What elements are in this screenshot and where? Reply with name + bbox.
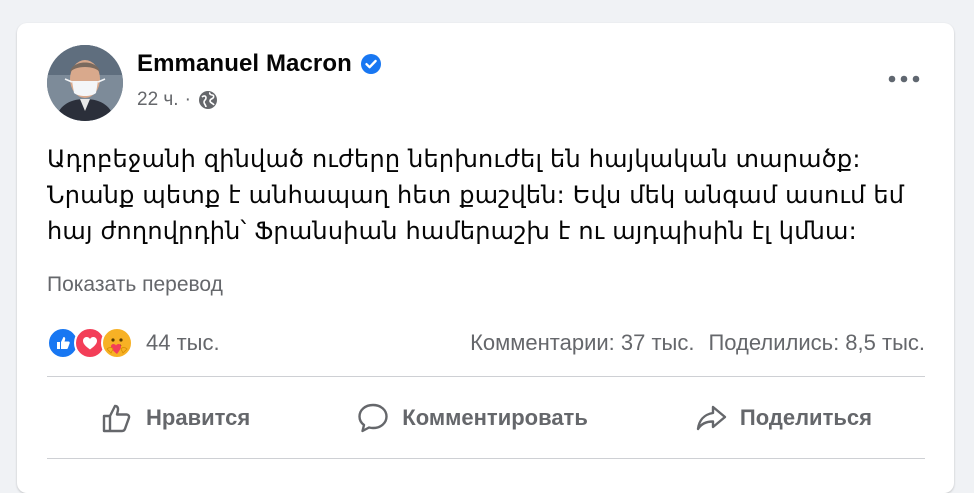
comment-button-label: Комментировать [402, 405, 588, 430]
post-stats: 44 тыс. Комментарии: 37 тыс. Поделились:… [47, 323, 925, 363]
divider [47, 458, 925, 459]
post-text-line: Նրանք պետք է անհապաղ հետ քաշվեն: Եվս մեկ… [47, 181, 905, 209]
share-button[interactable]: Поделиться [664, 393, 902, 443]
more-dots-icon [888, 75, 920, 83]
post-text-line: Ադրբեջանի զինված ուժերը ներխուժել են հայ… [47, 145, 861, 173]
like-button-label: Нравится [146, 405, 251, 430]
author-row: Emmanuel Macron [137, 50, 382, 78]
post-card: Emmanuel Macron 22 ч. · Ադրբեջանի զինված… [17, 23, 954, 493]
post-actions: Нравится Комментировать Поделиться [47, 383, 925, 453]
comment-button[interactable]: Комментировать [326, 393, 618, 443]
post-meta: 22 ч. · [137, 89, 219, 111]
verified-badge-icon [360, 53, 382, 75]
reactions-summary[interactable] [47, 327, 133, 359]
thumbs-up-icon [102, 404, 131, 433]
care-icon [101, 327, 133, 359]
shares-count-link[interactable]: Поделились: 8,5 тыс. [708, 330, 925, 356]
post-timestamp[interactable]: 22 ч. [137, 89, 179, 111]
like-button[interactable]: Нравится [70, 393, 280, 443]
divider [47, 376, 925, 377]
globe-icon[interactable] [197, 89, 219, 111]
reaction-count[interactable]: 44 тыс. [146, 330, 220, 356]
more-options-button[interactable] [884, 63, 924, 95]
comment-bubble-icon [358, 403, 388, 433]
show-translation-link[interactable]: Показать перевод [47, 273, 223, 297]
share-arrow-icon [696, 405, 727, 431]
meta-separator: · [184, 89, 191, 110]
stats-right: Комментарии: 37 тыс. Поделились: 8,5 тыс… [470, 330, 925, 356]
author-name[interactable]: Emmanuel Macron [137, 50, 352, 78]
comments-count-link[interactable]: Комментарии: 37 тыс. [470, 330, 694, 356]
share-button-label: Поделиться [739, 405, 872, 430]
post-text-line: հայ ժողովրդին՝ Ֆրանսիան համերաշխ է ու այ… [47, 217, 857, 245]
avatar[interactable] [47, 45, 123, 121]
post-text: Ադրբեջանի զինված ուժերը ներխուժել են հայ… [47, 141, 927, 249]
